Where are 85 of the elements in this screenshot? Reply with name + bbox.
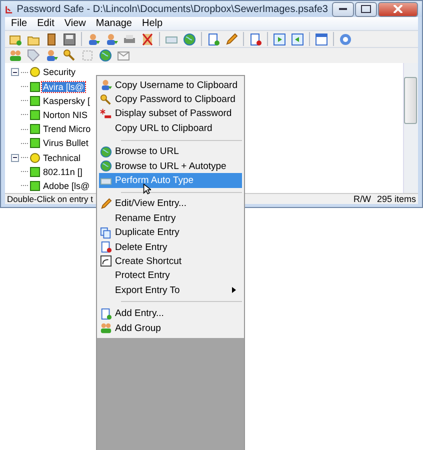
menu-entry[interactable]: Browse to URL + Autotype: [99, 158, 242, 174]
submenu-arrow-icon: [232, 287, 236, 294]
group-icon: [30, 67, 40, 78]
document-add-icon[interactable]: [207, 32, 220, 46]
pencil-icon[interactable]: [100, 198, 112, 210]
menu-entry[interactable]: Add Entry...: [99, 306, 242, 321]
tree-entry[interactable]: Virus Bullet: [42, 138, 90, 148]
tree-entry[interactable]: Trend Micro: [42, 124, 92, 134]
minus-icon: [13, 72, 17, 73]
globe-icon[interactable]: [99, 49, 112, 62]
tree-entry[interactable]: Norton NIS: [42, 110, 89, 120]
entry-icon: [30, 110, 40, 120]
menu-item[interactable]: Help: [142, 18, 163, 30]
entry-icon: [30, 166, 40, 177]
asterisk-icon[interactable]: [100, 108, 112, 120]
tree-group[interactable]: Security: [42, 67, 77, 78]
entry-icon: [30, 138, 40, 148]
globe-icon[interactable]: [183, 32, 196, 46]
printer-icon[interactable]: [123, 32, 136, 46]
document-delete-icon[interactable]: [100, 241, 112, 254]
menu-entry[interactable]: Copy Username to Clipboard: [99, 78, 242, 92]
globe-icon[interactable]: [100, 160, 112, 172]
minus-icon: [13, 157, 17, 158]
tree-entry[interactable]: Avira [ls@: [42, 82, 85, 92]
maximize-icon: [361, 5, 371, 14]
menu-entry[interactable]: Rename Entry: [99, 211, 242, 226]
mouse-pointer-icon: [143, 183, 151, 195]
menu-entry[interactable]: Display subset of Password: [99, 106, 242, 122]
expand-icon[interactable]: [273, 32, 286, 46]
menu-entry[interactable]: Export Entry To: [99, 283, 242, 298]
menu-entry[interactable]: Protect Entry: [99, 268, 242, 284]
status-hint: Double-Click on entry t: [7, 194, 93, 204]
window-icon[interactable]: [315, 32, 328, 46]
globe-icon[interactable]: [100, 146, 112, 158]
users-icon[interactable]: [9, 49, 22, 62]
minimize-button[interactable]: [332, 2, 354, 17]
collapse-toggle[interactable]: [11, 68, 19, 76]
menu-entry[interactable]: Delete Entry: [99, 240, 242, 254]
document-add-icon[interactable]: [100, 308, 112, 320]
menu-entry[interactable]: Create Shortcut: [99, 254, 242, 269]
menu-item[interactable]: View: [64, 18, 86, 30]
group-icon: [30, 152, 40, 163]
menu-entry[interactable]: Browse to URL: [99, 144, 242, 159]
entry-icon: [30, 180, 40, 191]
tree-entry[interactable]: Kaspersky [: [42, 96, 92, 106]
help-icon[interactable]: [339, 32, 352, 46]
menu-entry[interactable]: Copy Password to Clipboard: [99, 92, 242, 107]
scrollbar[interactable]: [403, 63, 418, 193]
close-button[interactable]: [378, 2, 418, 17]
new-database-icon[interactable]: [9, 32, 22, 46]
user-icon[interactable]: [45, 49, 58, 62]
scroll-thumb[interactable]: [404, 77, 417, 124]
collapse-toggle[interactable]: [11, 154, 19, 162]
door-icon[interactable]: [45, 32, 58, 46]
maximize-button[interactable]: [355, 2, 377, 17]
entry-icon: [30, 124, 40, 134]
menu-entry[interactable]: Copy URL to Clipboard: [99, 121, 242, 136]
envelope-icon[interactable]: [117, 49, 130, 62]
delete-icon[interactable]: [141, 32, 154, 46]
close-icon: [393, 5, 403, 14]
menu-item[interactable]: Manage: [96, 18, 132, 30]
tree-entry[interactable]: 802.11n []: [42, 166, 84, 177]
tag-icon[interactable]: [27, 49, 40, 62]
menu-entry[interactable]: Edit/View Entry...: [99, 196, 242, 212]
document-delete-icon[interactable]: [249, 32, 262, 46]
menu-entry[interactable]: Add Group: [99, 320, 242, 336]
menu-item[interactable]: File: [11, 18, 28, 30]
minimize-icon: [339, 8, 347, 10]
user-icon[interactable]: [105, 32, 118, 46]
copy-documents-icon[interactable]: [100, 226, 112, 239]
menu-entry[interactable]: Duplicate Entry: [99, 226, 242, 240]
save-icon[interactable]: [63, 32, 76, 46]
item-count: 295 items: [376, 194, 416, 204]
user-icon[interactable]: [87, 32, 100, 46]
tree-entry[interactable]: Adobe [ls@: [42, 180, 91, 191]
pencil-icon[interactable]: [225, 32, 238, 46]
window-title: Password Safe - D:\Lincoln\Documents\Dropbox\SewerImages.psafe3: [16, 4, 328, 15]
entry-icon: [30, 82, 40, 92]
entry-icon: [30, 96, 40, 106]
users-icon[interactable]: [100, 322, 112, 334]
tree-group[interactable]: Technical: [42, 152, 82, 163]
menu-item[interactable]: Edit: [37, 18, 54, 30]
user-icon[interactable]: [100, 79, 112, 92]
status-mode: R/W: [353, 194, 371, 204]
collapse-icon[interactable]: [291, 32, 304, 46]
